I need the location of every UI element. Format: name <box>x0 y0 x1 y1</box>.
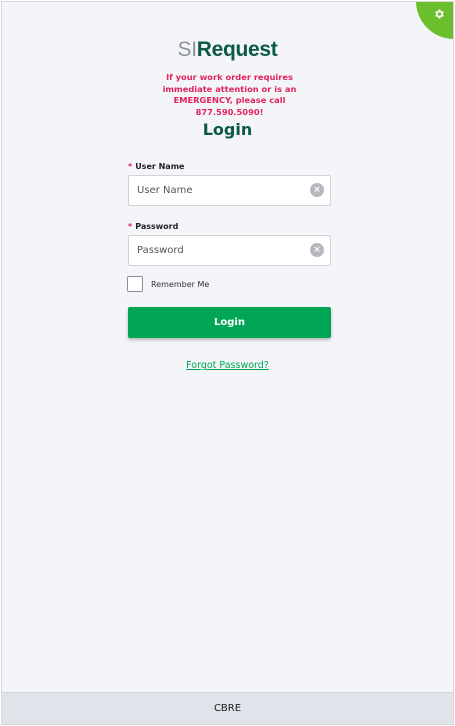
clear-password-icon[interactable]: × <box>310 243 324 257</box>
logo-prefix: SI <box>177 38 197 61</box>
page-title: Login <box>202 120 253 139</box>
remember-me-label[interactable]: Remember Me <box>151 280 209 289</box>
required-marker: * <box>128 222 133 231</box>
emergency-notice: If your work order requires immediate at… <box>162 72 297 117</box>
password-field-wrapper: × <box>128 235 331 266</box>
gear-icon <box>435 9 444 19</box>
required-marker: * <box>128 162 133 171</box>
footer: CBRE <box>2 692 453 724</box>
password-label: * Password <box>128 222 178 231</box>
username-input[interactable] <box>129 176 304 205</box>
remember-me-checkbox[interactable] <box>127 276 143 292</box>
password-label-text: Password <box>135 222 179 231</box>
footer-text: CBRE <box>213 703 242 714</box>
login-button[interactable]: Login <box>128 307 331 338</box>
username-field-wrapper: × <box>128 175 331 206</box>
settings-button[interactable] <box>416 2 453 39</box>
username-label: * User Name <box>128 162 184 171</box>
clear-username-icon[interactable]: × <box>310 183 324 197</box>
app-logo: SIRequest <box>2 38 453 62</box>
username-label-text: User Name <box>135 162 185 171</box>
logo-name: Request <box>196 38 278 61</box>
password-input[interactable] <box>129 236 304 265</box>
forgot-password-link[interactable]: Forgot Password? <box>2 360 453 371</box>
login-page: SIRequest If your work order requires im… <box>1 1 454 725</box>
